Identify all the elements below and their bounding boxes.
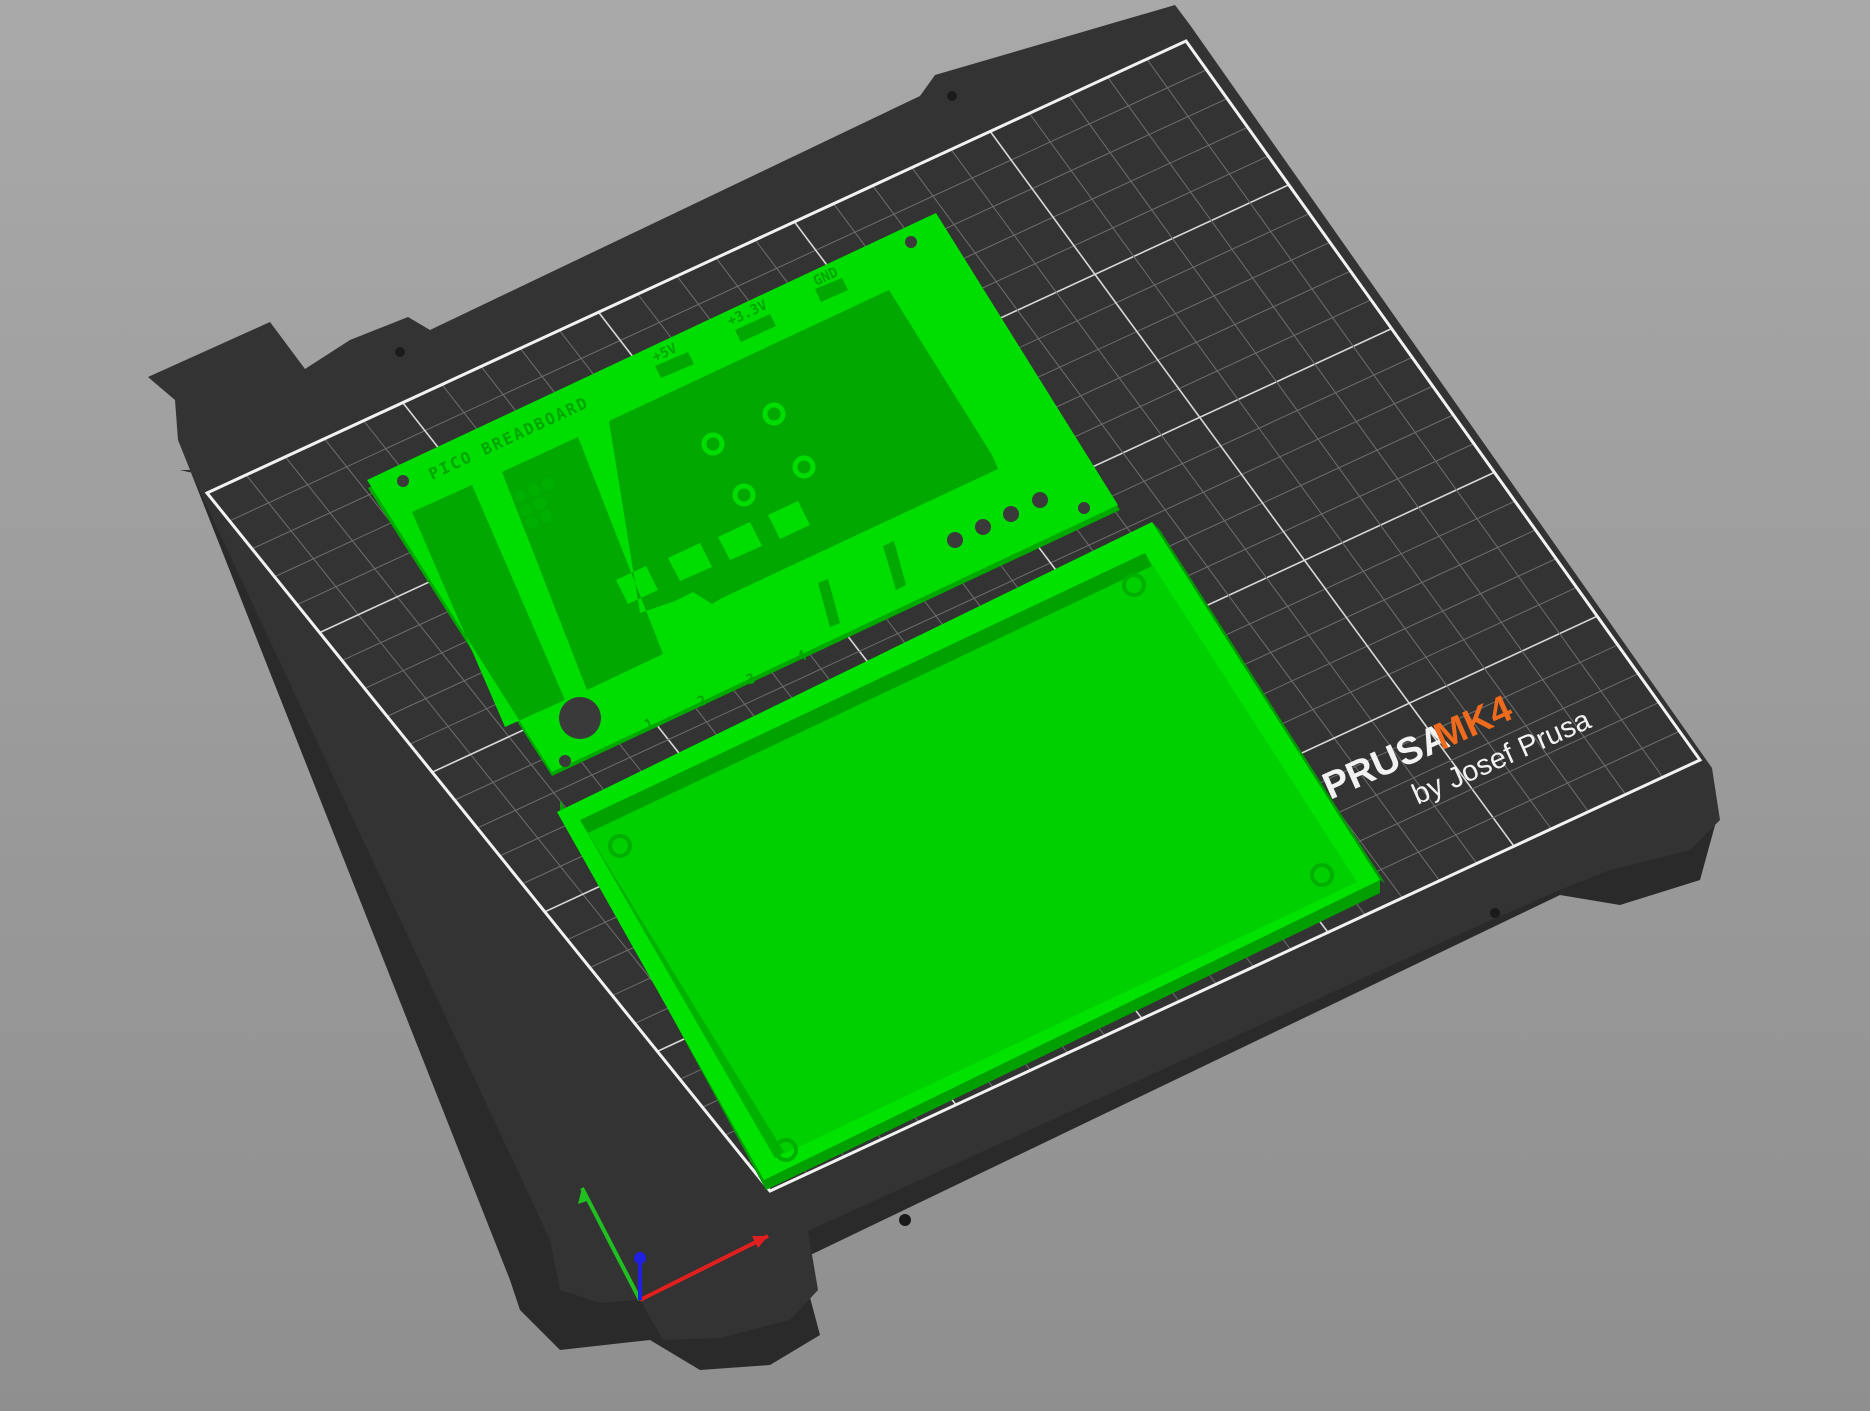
- mount-hole-large: [559, 697, 601, 739]
- mount-hole: [1078, 502, 1090, 514]
- sheet-hole: [899, 1214, 911, 1226]
- mount-hole: [559, 755, 571, 767]
- mount-hole: [397, 475, 409, 487]
- mount-hole: [905, 236, 917, 248]
- sheet-hole: [1490, 908, 1500, 918]
- z-axis-tip: [634, 1252, 646, 1264]
- sheet-hole: [947, 91, 957, 101]
- button-hole: [975, 519, 991, 535]
- 3d-viewport[interactable]: PRUSA MK4 by Josef Prusa PICO BREADBOARD…: [0, 0, 1870, 1411]
- build-plate-scene[interactable]: PRUSA MK4 by Josef Prusa PICO BREADBOARD…: [0, 0, 1870, 1411]
- sheet-hole: [395, 347, 405, 357]
- button-hole: [947, 532, 963, 548]
- button-hole: [1032, 492, 1048, 508]
- button-hole: [1003, 506, 1019, 522]
